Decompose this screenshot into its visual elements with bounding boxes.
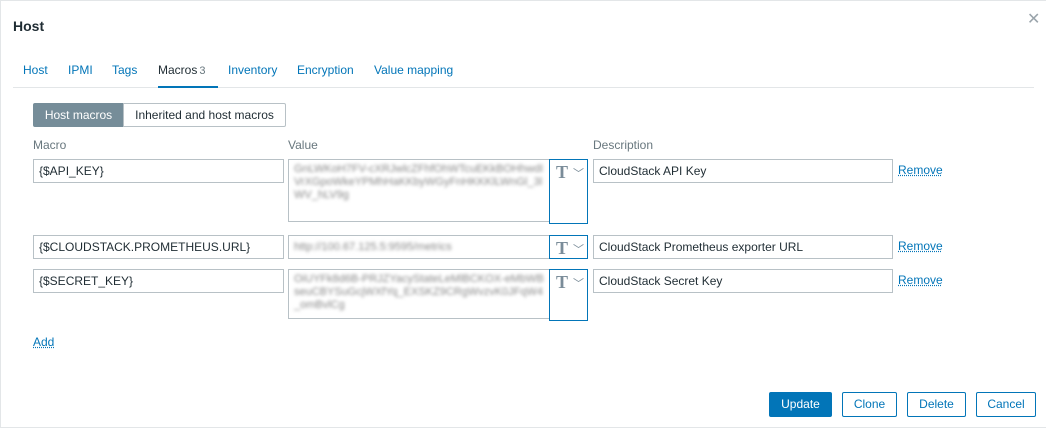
macro-value-text: OiUYFk8d6B-PRJZYacyStateLeMlBCKOX-eMbWBs… bbox=[294, 273, 544, 311]
dialog-title: Host bbox=[13, 18, 45, 34]
tab-host[interactable]: Host bbox=[23, 63, 48, 87]
chevron-down-icon: ﹀ bbox=[573, 244, 584, 256]
macro-value-input[interactable]: http://100.67.125.5:9595/metrics bbox=[288, 235, 550, 259]
value-type-button[interactable]: T ﹀ bbox=[549, 235, 588, 259]
tab-macros-count: 3 bbox=[199, 65, 206, 77]
macro-value-text: http://100.67.125.5:9595/metrics bbox=[294, 241, 452, 253]
macro-description-input[interactable]: CloudStack Prometheus exporter URL bbox=[593, 235, 893, 259]
tab-encryption-label: Encryption bbox=[297, 63, 354, 77]
chevron-down-icon: ﹀ bbox=[573, 168, 584, 180]
macro-description-input[interactable]: CloudStack API Key bbox=[593, 159, 893, 183]
delete-button[interactable]: Delete bbox=[907, 392, 966, 417]
macro-name-input[interactable]: {$API_KEY} bbox=[33, 159, 284, 183]
chevron-down-icon: ﹀ bbox=[573, 278, 584, 290]
value-type-button[interactable]: T ﹀ bbox=[549, 269, 588, 321]
host-macros-toggle[interactable]: Host macros bbox=[33, 103, 124, 127]
remove-macro-link[interactable]: Remove bbox=[898, 163, 943, 177]
macro-name-input[interactable]: {$SECRET_KEY} bbox=[33, 269, 284, 293]
macro-value-text: GnLWKoH7FV-cXRJwlcZFhfOhWTcuEKkBOHhwdIVr… bbox=[294, 163, 544, 201]
value-column-header: Value bbox=[288, 138, 318, 152]
remove-macro-link[interactable]: Remove bbox=[898, 239, 943, 253]
close-icon[interactable]: ✕ bbox=[1027, 9, 1040, 29]
text-type-icon: T bbox=[556, 238, 569, 258]
add-macro-link[interactable]: Add bbox=[33, 335, 54, 349]
inherited-macros-toggle[interactable]: Inherited and host macros bbox=[123, 103, 286, 127]
cancel-button[interactable]: Cancel bbox=[976, 392, 1036, 417]
remove-macro-link[interactable]: Remove bbox=[898, 273, 943, 287]
macro-name-input[interactable]: {$CLOUDSTACK.PROMETHEUS.URL} bbox=[33, 235, 284, 259]
tab-value-mapping-label: Value mapping bbox=[374, 63, 454, 77]
update-button[interactable]: Update bbox=[769, 392, 832, 417]
macro-value-input[interactable]: OiUYFk8d6B-PRJZYacyStateLeMlBCKOX-eMbWBs… bbox=[288, 269, 550, 319]
tab-host-label: Host bbox=[23, 63, 48, 77]
macro-column-header: Macro bbox=[33, 138, 67, 152]
tab-tags-label: Tags bbox=[112, 63, 138, 77]
tab-encryption[interactable]: Encryption bbox=[297, 63, 354, 87]
text-type-icon: T bbox=[556, 272, 569, 292]
tab-value-mapping[interactable]: Value mapping bbox=[374, 63, 453, 87]
tab-macros-label: Macros bbox=[158, 63, 198, 77]
tab-bar: Host IPMI Tags Macros 3 Inventory Encrypt… bbox=[13, 63, 1034, 88]
tab-inventory[interactable]: Inventory bbox=[228, 63, 277, 87]
tab-tags[interactable]: Tags bbox=[112, 63, 137, 87]
tab-ipmi[interactable]: IPMI bbox=[68, 63, 93, 87]
macro-description-input[interactable]: CloudStack Secret Key bbox=[593, 269, 893, 293]
tab-inventory-label: Inventory bbox=[228, 63, 278, 77]
clone-button[interactable]: Clone bbox=[842, 392, 897, 417]
description-column-header: Description bbox=[593, 138, 654, 152]
value-type-button[interactable]: T ﹀ bbox=[549, 159, 588, 224]
tab-macros[interactable]: Macros 3 bbox=[158, 63, 218, 88]
tab-ipmi-label: IPMI bbox=[68, 63, 93, 77]
host-dialog: Host ✕ Host IPMI Tags Macros 3 Inventory … bbox=[0, 0, 1046, 428]
macro-value-input[interactable]: GnLWKoH7FV-cXRJwlcZFhfOhWTcuEKkBOHhwdIVr… bbox=[288, 159, 550, 222]
text-type-icon: T bbox=[556, 162, 569, 182]
